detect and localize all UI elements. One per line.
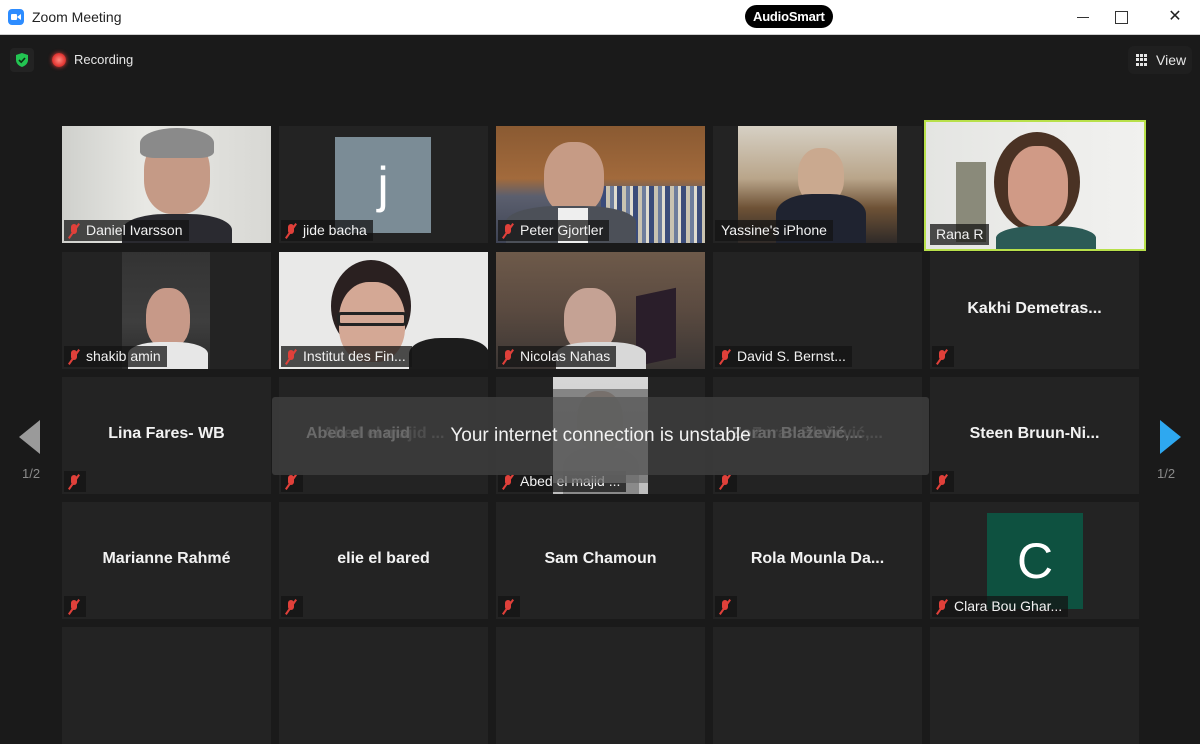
participant-nameplate: Nicolas Nahas <box>498 346 617 367</box>
title-bar: Zoom Meeting AudioSmart ✕ <box>0 0 1200 35</box>
participant-tile[interactable] <box>62 627 271 744</box>
participant-name: David S. Bernst... <box>737 348 846 364</box>
participant-nameplate: Clara Bou Ghar... <box>932 596 1069 617</box>
participant-name: Institut des Fin... <box>303 348 406 364</box>
participant-tile[interactable]: Peter Gjortler <box>496 126 705 243</box>
page-indicator-right: 1/2 <box>1157 466 1176 481</box>
muted-mic-icon <box>285 223 297 239</box>
muted-mic-icon <box>502 223 514 239</box>
muted-mic-icon <box>285 474 297 490</box>
participant-tile[interactable]: Sam Chamoun <box>496 502 705 619</box>
close-button[interactable]: ✕ <box>1152 0 1198 34</box>
participant-tile[interactable] <box>930 627 1139 744</box>
participant-tile[interactable]: elie el bared <box>279 502 488 619</box>
zoom-app-icon <box>8 9 24 25</box>
participant-nameplate <box>932 346 954 367</box>
participant-name: Nicolas Nahas <box>520 348 611 364</box>
muted-mic-icon <box>68 599 80 615</box>
avatar: j <box>335 137 431 233</box>
previous-page-arrow-icon[interactable] <box>19 420 40 454</box>
participant-nameplate <box>281 596 303 617</box>
muted-mic-icon <box>285 599 297 615</box>
muted-mic-icon <box>68 349 80 365</box>
shield-check-icon[interactable] <box>10 48 34 72</box>
muted-mic-icon <box>502 474 514 490</box>
participant-nameplate <box>932 471 954 492</box>
participant-nameplate <box>715 596 737 617</box>
meeting-topbar: Recording <box>0 36 1200 84</box>
participant-nameplate: Yassine's iPhone <box>715 220 833 241</box>
participant-tile[interactable]: Lina Fares- WB <box>62 377 271 494</box>
audiosmart-badge[interactable]: AudioSmart <box>745 5 833 28</box>
page-indicator-left: 1/2 <box>22 466 41 481</box>
muted-mic-icon <box>502 349 514 365</box>
participant-nameplate: Peter Gjortler <box>498 220 610 241</box>
participant-name: Marianne Rahmé <box>102 550 231 567</box>
participant-tile[interactable] <box>496 627 705 744</box>
participant-name: Rola Mounla Da... <box>750 550 885 567</box>
muted-mic-icon <box>68 223 80 239</box>
participant-name: elie el bared <box>337 550 430 567</box>
participant-nameplate: Institut des Fin... <box>281 346 412 367</box>
view-label: View <box>1156 52 1187 68</box>
next-page-arrow-icon[interactable] <box>1160 420 1181 454</box>
muted-mic-icon <box>936 474 948 490</box>
muted-mic-icon <box>719 474 731 490</box>
participant-name: Peter Gjortler <box>520 222 604 238</box>
view-button[interactable]: View <box>1128 46 1192 74</box>
participant-tile[interactable] <box>713 627 922 744</box>
recording-label: Recording <box>74 52 134 67</box>
muted-mic-icon <box>502 599 514 615</box>
participant-name: Daniel Ivarsson <box>86 222 183 238</box>
participant-nameplate <box>64 596 86 617</box>
connection-unstable-toast: Abed el majid Zoran Blažević,... Your in… <box>272 389 929 483</box>
participant-nameplate: shakib amin <box>64 346 167 367</box>
participant-name: Steen Bruun-Ni... <box>969 425 1100 442</box>
muted-mic-icon <box>68 474 80 490</box>
participant-tile[interactable]: Marianne Rahmé <box>62 502 271 619</box>
participant-name: Rana R <box>936 226 984 242</box>
window-title: Zoom Meeting <box>32 9 122 25</box>
avatar: C <box>987 513 1083 609</box>
participant-nameplate: jide bacha <box>281 220 373 241</box>
grid-icon <box>1136 54 1148 66</box>
participant-nameplate: David S. Bernst... <box>715 346 852 367</box>
participant-tile[interactable]: Nicolas Nahas <box>496 252 705 369</box>
maximize-button[interactable] <box>1098 0 1144 34</box>
muted-mic-icon <box>285 349 297 365</box>
participant-tile[interactable]: Kakhi Demetras... <box>930 252 1139 369</box>
participant-tile-active-speaker[interactable]: Rana R <box>924 120 1146 251</box>
muted-mic-icon <box>719 599 731 615</box>
participant-name: shakib amin <box>86 348 161 364</box>
participant-name: Lina Fares- WB <box>108 425 225 442</box>
participant-tile[interactable]: shakib amin <box>62 252 271 369</box>
participant-tile[interactable]: Yassine's iPhone <box>713 126 922 243</box>
participant-tile[interactable] <box>279 627 488 744</box>
participant-tile[interactable]: C Clara Bou Ghar... <box>930 502 1139 619</box>
participant-tile[interactable]: David S. Bernst... <box>713 252 922 369</box>
participant-tile[interactable]: Steen Bruun-Ni... <box>930 377 1139 494</box>
participant-nameplate <box>64 471 86 492</box>
participant-tile[interactable]: j jide bacha <box>279 126 488 243</box>
participant-name: jide bacha <box>303 222 367 238</box>
muted-mic-icon <box>936 349 948 365</box>
participant-nameplate <box>498 596 520 617</box>
participant-name: Kakhi Demetras... <box>967 300 1102 317</box>
participant-name: Clara Bou Ghar... <box>954 598 1063 614</box>
participant-nameplate: Daniel Ivarsson <box>64 220 189 241</box>
participant-name: Yassine's iPhone <box>721 222 827 238</box>
toast-message: Your internet connection is unstable <box>450 425 751 446</box>
participant-tile[interactable]: Daniel Ivarsson <box>62 126 271 243</box>
participant-tile[interactable]: Institut des Fin... <box>279 252 488 369</box>
muted-mic-icon <box>936 599 948 615</box>
recording-dot-icon <box>52 53 66 67</box>
participant-nameplate: Rana R <box>930 224 990 245</box>
participant-name: Sam Chamoun <box>544 550 657 567</box>
muted-mic-icon <box>719 349 731 365</box>
participant-tile[interactable]: Rola Mounla Da... <box>713 502 922 619</box>
